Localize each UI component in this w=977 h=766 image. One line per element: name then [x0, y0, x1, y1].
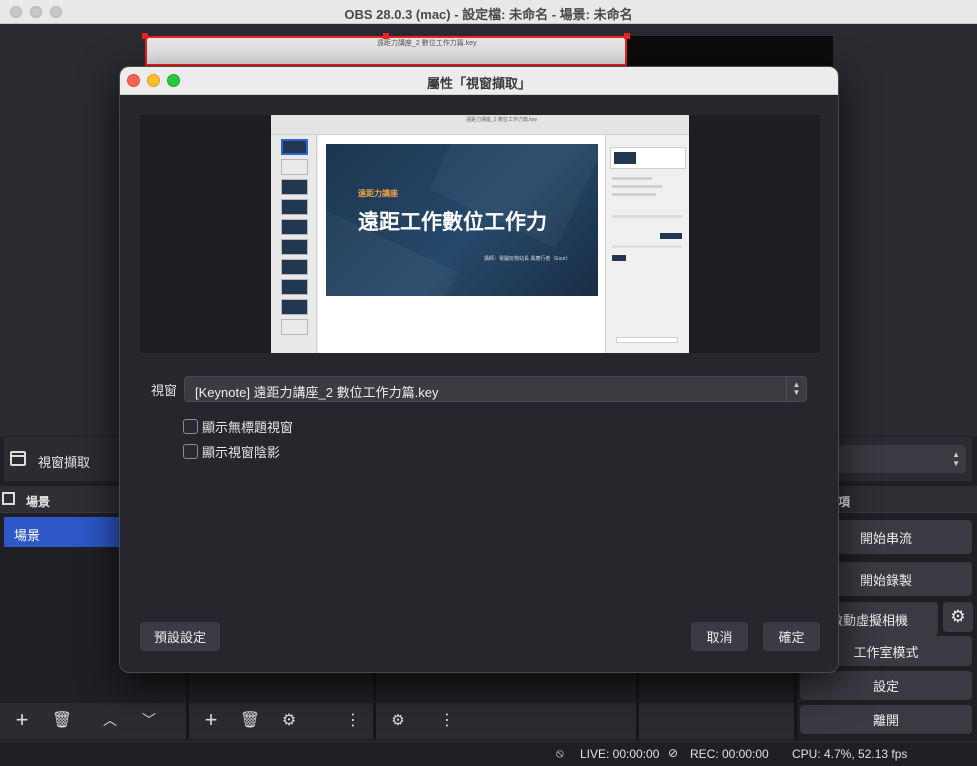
source-properties-gear-icon[interactable]: ⚙ — [275, 707, 303, 733]
dropdown-chevron-icon: ▲ ▼ — [952, 450, 960, 468]
slide-thumbnail — [281, 159, 308, 175]
slide-thumbnail — [281, 239, 308, 255]
inspector-option — [612, 215, 682, 218]
dialog-titlebar: 屬性「視窗擷取」 — [120, 67, 838, 95]
record-status-icon: ⊘ — [668, 746, 679, 760]
scenes-dock-title: 場景 — [26, 495, 51, 509]
show-window-shadow-row[interactable]: 顯示視窗陰影 — [183, 442, 280, 461]
slide-thumbnail — [281, 199, 308, 215]
window-capture-icon — [10, 451, 26, 466]
source-dropdown[interactable]: ▲ ▼ — [838, 445, 966, 473]
scenes-dock-footer: + 🗑 ︿ ﹀ — [0, 703, 186, 739]
show-window-shadow-checkbox[interactable] — [183, 444, 198, 459]
scenes-dock-icon — [2, 492, 15, 505]
scene-list-item[interactable]: 場景 — [4, 517, 119, 547]
slide-thumbnail — [281, 279, 308, 295]
transitions-dock-footer — [639, 703, 794, 739]
inspector-button — [616, 337, 678, 343]
keynote-inspector — [605, 135, 689, 353]
slide-thumbnail — [281, 319, 308, 335]
scene-item-label: 場景 — [14, 528, 41, 543]
source-more-vertical-dots-icon[interactable]: ⋮ — [339, 707, 367, 733]
selected-source-name: 視窗擷取 — [38, 455, 91, 470]
remove-scene-trash-icon[interactable]: 🗑 — [48, 707, 76, 733]
scenes-dock-header: 場景 — [0, 486, 119, 513]
show-window-shadow-label: 顯示視窗陰影 — [202, 445, 281, 460]
slide-title: 遠距工作數位工作力 — [358, 211, 547, 234]
settings-button[interactable]: 設定 — [800, 671, 972, 700]
inspector-option — [612, 245, 682, 248]
ok-button[interactable]: 確定 — [763, 622, 820, 651]
window-title: OBS 28.0.3 (mac) - 設定檔: 未命名 - 場景: 未命名 — [344, 7, 633, 22]
inspector-option — [612, 185, 662, 188]
slide-navigator — [271, 135, 317, 353]
slide-subtitle: 遠距力講座 — [358, 189, 398, 198]
slide-byline: 講師：電腦玩物站長 異塵行者（Esor） — [484, 256, 571, 262]
mixer-more-vertical-dots-icon[interactable]: ⋮ — [433, 707, 461, 733]
source-toolbar-right: ▲ ▼ — [838, 437, 972, 481]
live-timer: LIVE: 00:00:00 — [580, 747, 660, 761]
virtual-camera-settings-gear-icon[interactable]: ⚙ — [943, 602, 973, 632]
mixer-dock-footer: ⚙ ⋮ — [376, 703, 636, 739]
slide-canvas: 遠距力講座 遠距工作數位工作力 講師：電腦玩物站長 異塵行者（Esor） — [318, 135, 605, 353]
controls-dock-title: 項 — [838, 495, 851, 509]
keynote-toolbar: 遠距力講座_2 數位工作力篇.key — [271, 115, 689, 135]
inspector-option — [612, 177, 652, 180]
slide-thumbnail — [281, 299, 308, 315]
scenes-list: 場景 — [0, 513, 119, 703]
controls-dock-header: 項 — [838, 486, 977, 513]
captured-window-thumbnail: 遠距力講座_2 數位工作力篇.key 遠距力講座 遠距工作數位工作力 講師：電腦… — [271, 115, 689, 353]
resize-handle-top-right[interactable] — [624, 33, 630, 39]
window-select[interactable]: [Keynote] 遠距力講座_2 數位工作力篇.key ▲ ▼ — [184, 376, 807, 402]
show-untitled-windows-label: 顯示無標題視窗 — [202, 420, 294, 435]
keynote-window-caption: 遠距力講座_2 數位工作力篇.key — [466, 117, 538, 123]
remove-source-trash-icon[interactable]: 🗑 — [236, 707, 264, 733]
slide-thumbnail — [281, 219, 308, 235]
resize-handle-top-left[interactable] — [142, 33, 148, 39]
cpu-fps-readout: CPU: 4.7%, 52.13 fps — [792, 747, 908, 761]
window-capture-properties-dialog: 屬性「視窗擷取」 遠距力講座_2 數位工作力篇.key 遠距力講座 遠距工作數位… — [119, 66, 839, 673]
sources-dock-footer: + 🗑 ⚙ ⋮ — [189, 703, 373, 739]
move-scene-down-chevron-icon[interactable]: ﹀ — [135, 707, 163, 733]
title-slide: 遠距力講座 遠距工作數位工作力 講師：電腦玩物站長 異塵行者（Esor） — [326, 144, 598, 296]
slide-thumbnail — [281, 259, 308, 275]
add-source-plus-icon[interactable]: + — [197, 707, 225, 733]
dialog-title: 屬性「視窗擷取」 — [426, 76, 531, 91]
stream-signal-icon: ⦸ — [556, 746, 564, 760]
inspector-option — [612, 193, 656, 196]
show-untitled-windows-checkbox[interactable] — [183, 419, 198, 434]
show-untitled-windows-row[interactable]: 顯示無標題視窗 — [183, 417, 293, 436]
slide-thumbnail — [281, 179, 308, 195]
status-bar: ⦸ LIVE: 00:00:00 ⊘ REC: 00:00:00 CPU: 4.… — [0, 741, 977, 766]
advanced-audio-gear-icon[interactable]: ⚙ — [384, 707, 412, 733]
source-caption: 遠距力講座_2 數位工作力篇.key — [377, 40, 477, 47]
inspector-color-swatch — [612, 255, 626, 261]
resize-handle-top[interactable] — [383, 33, 389, 39]
inspector-layout-preview — [610, 147, 686, 169]
slide-thumbnail — [281, 139, 308, 155]
defaults-button[interactable]: 預設設定 — [140, 622, 220, 651]
rec-timer: REC: 00:00:00 — [690, 747, 769, 761]
inspector-color-swatch — [660, 233, 682, 239]
add-scene-plus-icon[interactable]: + — [8, 707, 36, 733]
select-chevron-icon: ▲ ▼ — [786, 377, 806, 401]
window-field-label: 視窗 — [151, 383, 178, 398]
source-toolbar: 視窗擷取 — [4, 437, 119, 481]
main-titlebar: OBS 28.0.3 (mac) - 設定檔: 未命名 - 場景: 未命名 — [0, 0, 977, 24]
selected-source-bounds[interactable]: 遠距力講座_2 數位工作力篇.key — [145, 36, 627, 66]
capture-preview: 遠距力講座_2 數位工作力篇.key 遠距力講座 遠距工作數位工作力 講師：電腦… — [140, 115, 820, 353]
move-scene-up-chevron-icon[interactable]: ︿ — [96, 707, 124, 733]
window-select-value: [Keynote] 遠距力講座_2 數位工作力篇.key — [195, 385, 439, 400]
exit-button[interactable]: 離開 — [800, 705, 972, 734]
cancel-button[interactable]: 取消 — [691, 622, 748, 651]
